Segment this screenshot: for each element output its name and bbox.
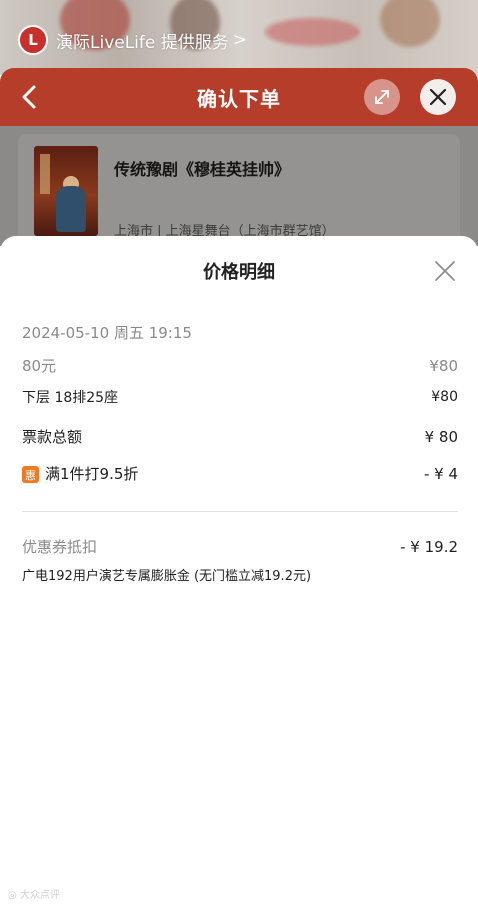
- show-title: 传统豫剧《穆桂英挂帅》: [114, 160, 291, 179]
- promo-label-wrap: 惠满1件打9.5折: [22, 463, 138, 484]
- promo-value: - ¥ 4: [423, 464, 458, 483]
- coupon-row: 优惠券抵扣 - ¥ 19.2: [22, 536, 458, 557]
- ticket-tier-label: 80元: [22, 357, 57, 375]
- ticket-tier-price: ¥80: [429, 356, 458, 375]
- expand-button[interactable]: [364, 79, 400, 115]
- promo-label: 满1件打9.5折: [45, 465, 139, 483]
- show-poster: [34, 146, 98, 236]
- price-detail-sheet: 价格明细 2024-05-10 周五 19:15 80元 ¥80 下层 18排2…: [0, 236, 478, 906]
- watermark: ◎ 大众点评: [8, 890, 60, 901]
- ticket-total-value: ¥ 80: [424, 427, 458, 446]
- header-bar: 确认下单: [0, 68, 478, 126]
- close-button[interactable]: [420, 79, 456, 115]
- ticket-tier-row: 80元 ¥80: [22, 355, 458, 376]
- coupon-value: - ¥ 19.2: [400, 537, 458, 556]
- seat-price: ¥80: [431, 389, 458, 405]
- sheet-title: 价格明细: [203, 262, 275, 283]
- provider-text: 演际LiveLife 提供服务: [56, 32, 229, 53]
- divider: [22, 511, 458, 512]
- provider-link[interactable]: L 演际LiveLife 提供服务 >: [18, 24, 247, 56]
- show-card: 传统豫剧《穆桂英挂帅》 上海市 | 上海星舞台（上海市群艺馆）: [18, 134, 460, 246]
- expand-icon: [375, 90, 389, 104]
- seat-label: 下层 18排25座: [22, 390, 119, 406]
- ticket-total-row: 票款总额 ¥ 80: [22, 426, 458, 447]
- promo-row: 惠满1件打9.5折 - ¥ 4: [22, 463, 458, 484]
- sheet-close-button[interactable]: [434, 260, 456, 282]
- show-datetime: 2024-05-10 周五 19:15: [22, 324, 192, 342]
- close-icon: [429, 88, 447, 106]
- coupon-description: 广电192用户演艺专属膨胀金 (无门槛立减19.2元): [22, 569, 312, 584]
- close-icon: [435, 261, 455, 281]
- coupon-desc-row: 广电192用户演艺专属膨胀金 (无门槛立减19.2元): [22, 565, 458, 584]
- discount-badge-icon: 惠: [22, 466, 39, 483]
- coupon-label: 优惠券抵扣: [22, 538, 98, 556]
- seat-row: 下层 18排25座 ¥80: [22, 387, 458, 407]
- dimmed-overlay: 传统豫剧《穆桂英挂帅》 上海市 | 上海星舞台（上海市群艺馆）: [0, 126, 478, 246]
- show-datetime-row: 2024-05-10 周五 19:15: [22, 322, 458, 343]
- ticket-total-label: 票款总额: [22, 428, 83, 446]
- chevron-right-icon: >: [232, 30, 248, 50]
- page-title: 确认下单: [197, 87, 281, 111]
- livelife-logo-icon: L: [18, 25, 48, 55]
